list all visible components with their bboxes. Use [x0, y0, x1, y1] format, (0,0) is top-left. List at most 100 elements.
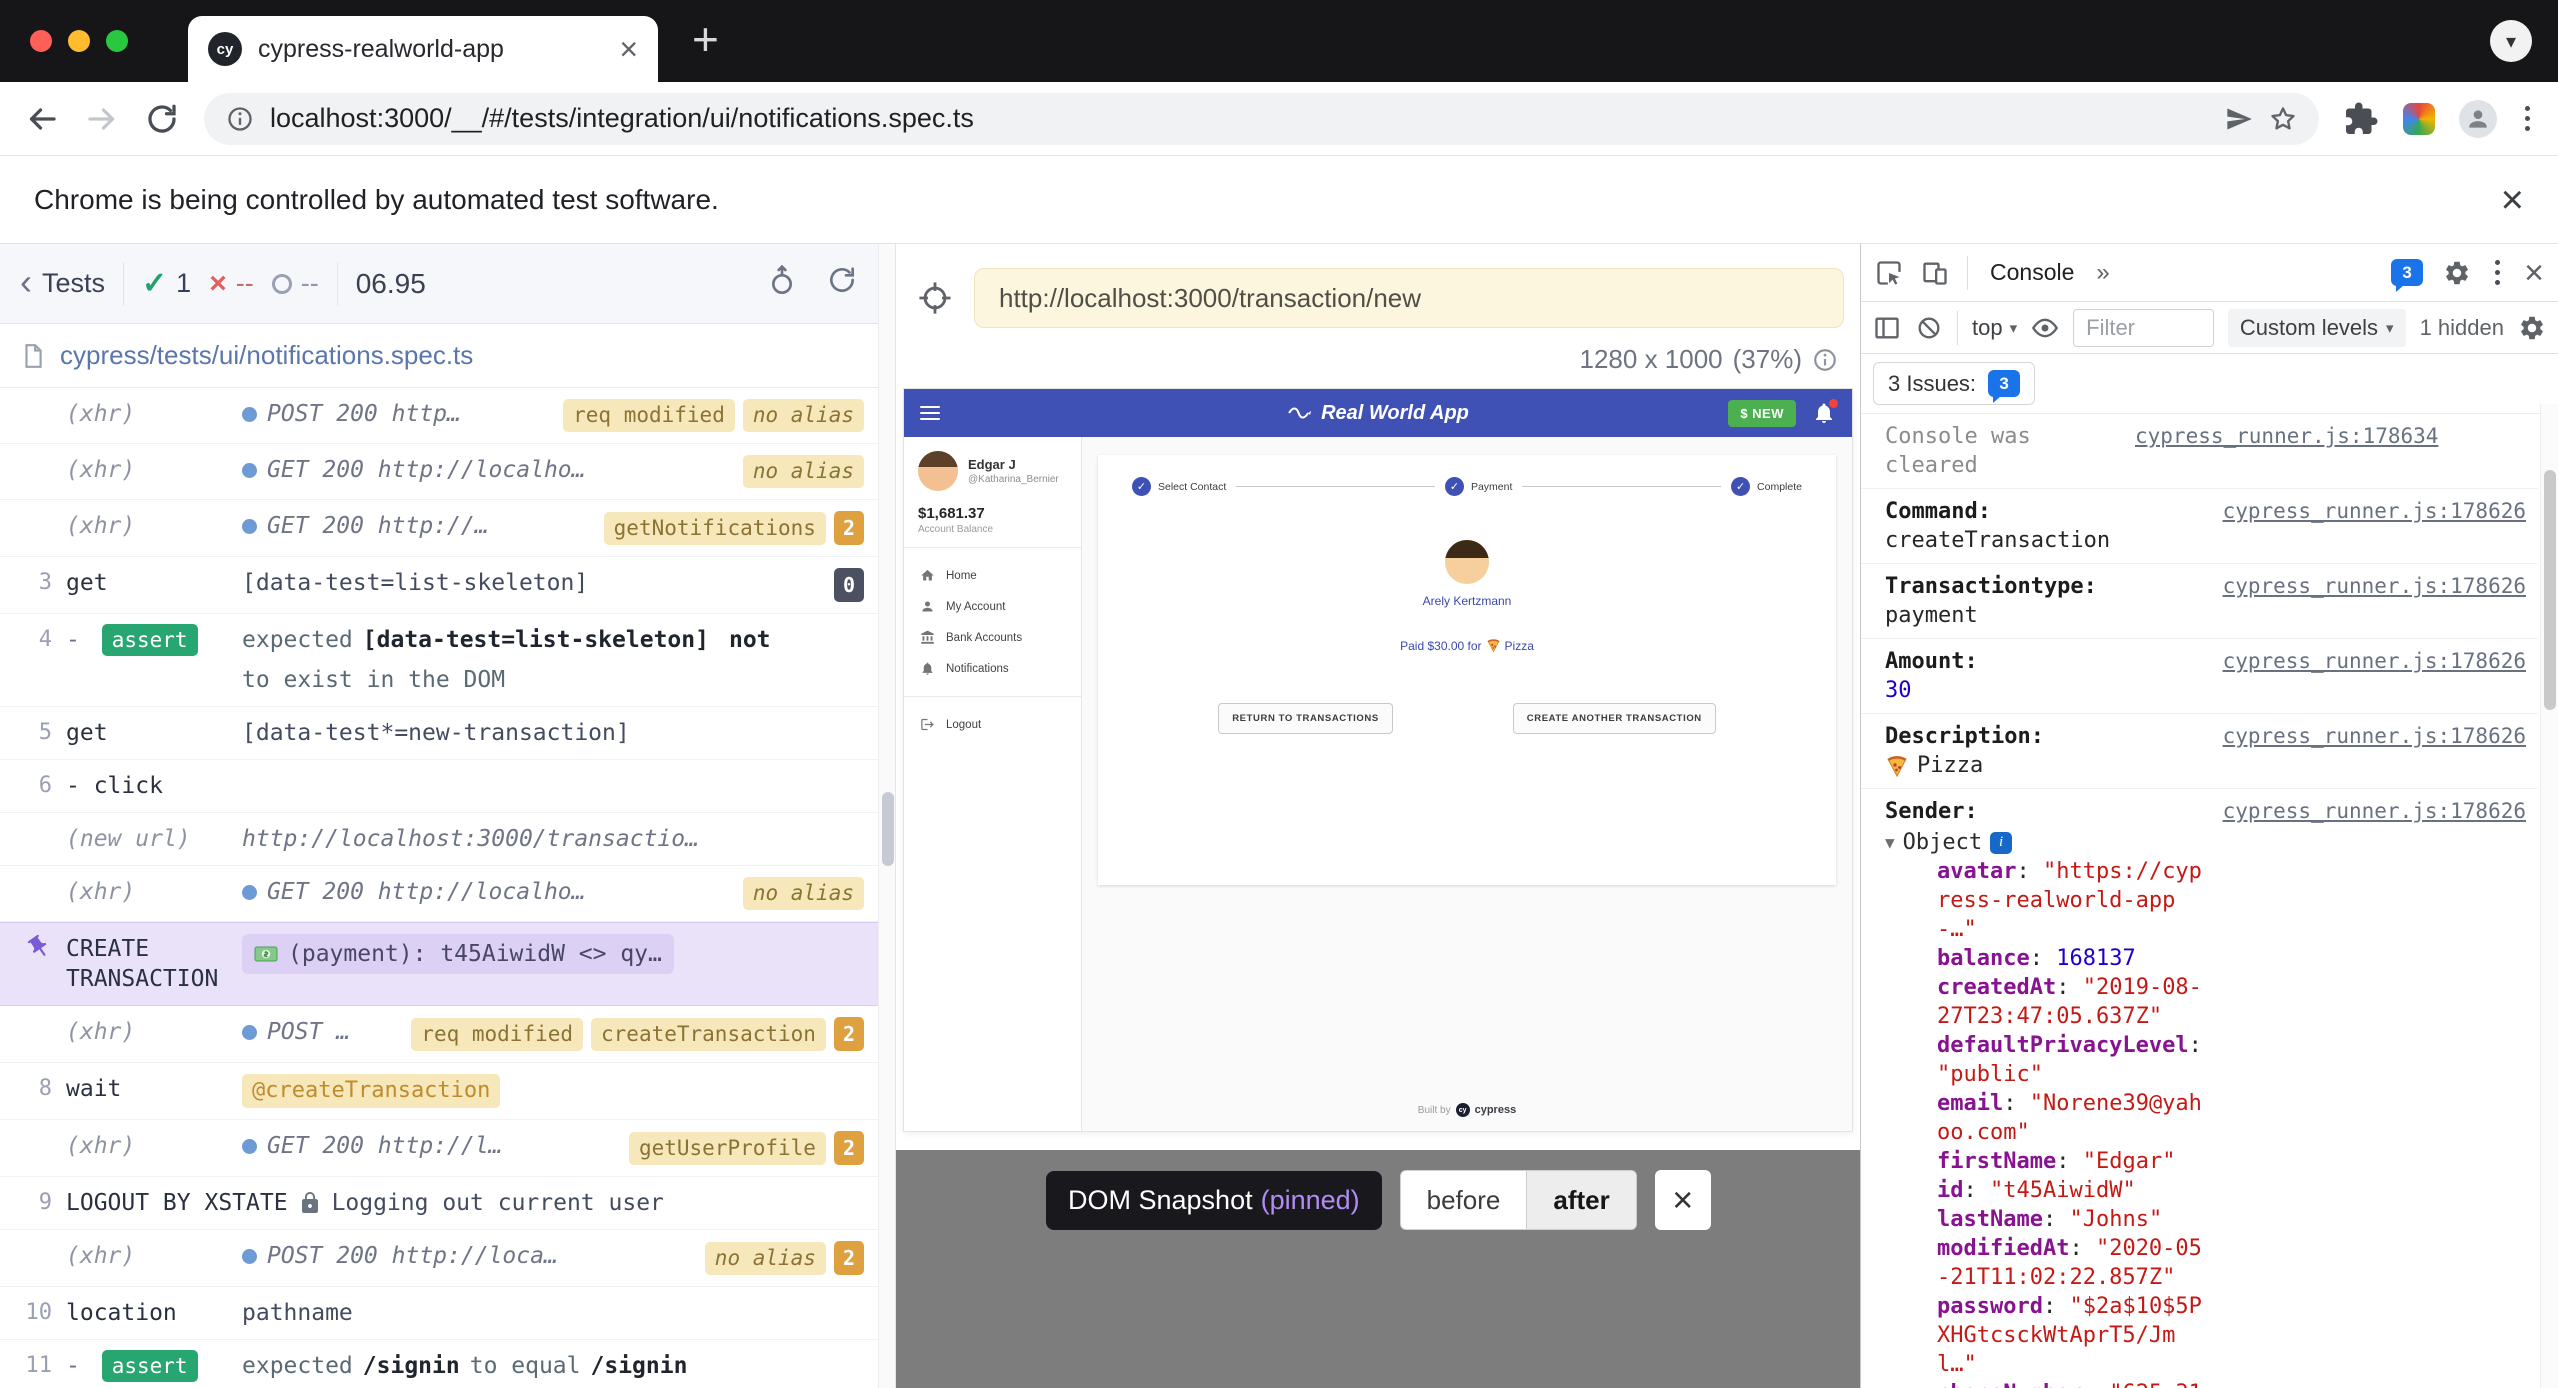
console-settings-icon[interactable]	[2518, 314, 2546, 342]
scrollbar-thumb[interactable]	[882, 792, 894, 866]
source-link[interactable]: cypress_runner.js:178626	[2223, 497, 2526, 526]
console-entry: Console was clearedcypress_runner.js:178…	[1861, 414, 2538, 489]
banner-close-icon[interactable]: ×	[2501, 180, 2524, 220]
device-toolbar-icon[interactable]	[1921, 259, 1949, 287]
send-to-device-icon[interactable]	[2225, 105, 2253, 133]
sidebar-item-my-account[interactable]: My Account	[904, 591, 1081, 622]
browser-tab[interactable]: cy cypress-realworld-app ×	[188, 16, 658, 82]
back-button[interactable]	[24, 101, 60, 137]
aut-url[interactable]: http://localhost:3000/transaction/new	[974, 268, 1844, 328]
command-row[interactable]: 8wait@createTransaction	[0, 1063, 878, 1120]
selector-playground-button[interactable]	[910, 273, 960, 323]
reload-button[interactable]	[144, 101, 180, 137]
command-message: POST 200 http://loca…	[242, 1241, 558, 1271]
hidden-messages-count[interactable]: 1 hidden	[2420, 315, 2504, 341]
devtools-close-icon[interactable]: ×	[2524, 256, 2544, 290]
context-select[interactable]: top▾	[1972, 315, 2017, 341]
command-row[interactable]: (new url)http://localhost:3000/transacti…	[0, 813, 878, 866]
extension-colored-icon[interactable]	[2403, 103, 2435, 135]
devtools-scrollbar[interactable]	[2540, 404, 2558, 1388]
command-row[interactable]: (xhr)POST …req modifiedcreateTransaction…	[0, 1006, 878, 1063]
command-row[interactable]: 5get[data-test*=new-transaction]	[0, 707, 878, 760]
command-row[interactable]: (xhr)POST 200 http://loca…no alias2	[0, 1230, 878, 1287]
command-name: LOGOUT BY XSTATE	[66, 1188, 298, 1218]
command-row[interactable]: (xhr)POST 200 http…req modifiedno alias	[0, 388, 878, 444]
console-sidebar-icon[interactable]	[1873, 314, 1901, 342]
minimize-window-button[interactable]	[68, 30, 90, 52]
forward-button[interactable]	[84, 101, 120, 137]
address-bar[interactable]: localhost:3000/__/#/tests/integration/ui…	[204, 93, 2319, 145]
object-toggle[interactable]: ▼Objecti	[1885, 828, 2213, 857]
snapshot-close-button[interactable]: ×	[1655, 1170, 1711, 1230]
rerun-button[interactable]	[826, 264, 858, 303]
command-row[interactable]: (xhr)GET 200 http://l…getUserProfile2	[0, 1120, 878, 1177]
source-link[interactable]: cypress_runner.js:178626	[2223, 647, 2526, 676]
command-number: 8	[0, 1074, 66, 1104]
devtools-settings-icon[interactable]	[2443, 259, 2471, 287]
rwa-brand[interactable]: Real World App	[1287, 402, 1469, 425]
tab-strip: cy cypress-realworld-app × + ▾	[0, 0, 2558, 82]
command-row[interactable]: (xhr)GET 200 http://localho…no alias	[0, 444, 878, 500]
tab-close-icon[interactable]: ×	[619, 33, 638, 65]
command-badge: req modified	[563, 399, 735, 432]
command-row[interactable]: (xhr)GET 200 http://localho…no alias	[0, 866, 878, 922]
extensions-icon[interactable]	[2343, 101, 2379, 137]
source-link[interactable]: cypress_runner.js:178634	[2135, 422, 2438, 451]
stepper: ✓Select Contact✓Payment✓Complete	[1124, 477, 1810, 496]
source-link[interactable]: cypress_runner.js:178626	[2223, 797, 2526, 826]
command-row[interactable]: 10locationpathname	[0, 1287, 878, 1340]
hamburger-menu-icon[interactable]	[920, 406, 940, 420]
more-tabs-icon[interactable]: »	[2096, 259, 2109, 287]
snapshot-before-button[interactable]: before	[1401, 1171, 1527, 1229]
tab-search-button[interactable]: ▾	[2490, 20, 2532, 62]
rwa-footer: Built by cy cypress	[1082, 1103, 1852, 1117]
zoom-window-button[interactable]	[106, 30, 128, 52]
info-icon[interactable]	[1812, 347, 1838, 373]
sidebar-item-notifications[interactable]: Notifications	[904, 653, 1081, 684]
sidebar-item-logout[interactable]: Logout	[904, 709, 1081, 740]
spec-file-row: cypress/tests/ui/notifications.spec.ts	[0, 324, 878, 388]
new-transaction-button[interactable]: $ NEW	[1728, 400, 1796, 427]
source-link[interactable]: cypress_runner.js:178626	[2223, 722, 2526, 751]
command-row[interactable]: 6- click	[0, 760, 878, 813]
sidebar-item-bank-accounts[interactable]: Bank Accounts	[904, 622, 1081, 653]
inspect-icon[interactable]	[1875, 259, 1903, 287]
issues-chip[interactable]: 3 Issues: 3	[1873, 362, 2035, 405]
profile-avatar[interactable]	[2459, 100, 2497, 138]
new-tab-button[interactable]: +	[692, 12, 719, 66]
create-another-transaction-button[interactable]: CREATE ANOTHER TRANSACTION	[1513, 703, 1716, 734]
back-to-tests[interactable]: ‹ Tests	[20, 268, 105, 300]
console-filter-input[interactable]	[2073, 309, 2214, 347]
auto-scroll-toggle[interactable]	[766, 264, 798, 303]
bookmark-star-icon[interactable]	[2269, 105, 2297, 133]
live-expression-icon[interactable]	[2031, 314, 2059, 342]
receiver-block: Arely Kertzmann	[1124, 540, 1810, 608]
tab-console[interactable]: Console	[1986, 259, 2078, 286]
command-row[interactable]: 4- assertexpected [data-test=list-skelet…	[0, 614, 878, 707]
notifications-bell-icon[interactable]	[1812, 401, 1836, 425]
snapshot-after-button[interactable]: after	[1526, 1171, 1635, 1229]
browser-menu-icon[interactable]	[2521, 102, 2534, 135]
command-row[interactable]: (xhr)GET 200 http://…getNotifications2	[0, 500, 878, 557]
command-row[interactable]: 11- assertexpected /signin to equal /sig…	[0, 1340, 878, 1388]
issues-badge[interactable]: 3	[2391, 259, 2423, 286]
rwa-logo-icon	[1287, 403, 1313, 423]
return-to-transactions-button[interactable]: RETURN TO TRANSACTIONS	[1218, 703, 1393, 734]
sidebar-item-home[interactable]: Home	[904, 560, 1081, 591]
command-row[interactable]: 9LOGOUT BY XSTATELogging out current use…	[0, 1177, 878, 1230]
payment-summary: Paid $30.00 for Pizza	[1124, 638, 1810, 653]
browser-toolbar: localhost:3000/__/#/tests/integration/ui…	[0, 82, 2558, 156]
scrollbar-thumb[interactable]	[2544, 470, 2556, 710]
log-levels-select[interactable]: Custom levels▾	[2228, 309, 2406, 347]
spec-file-link[interactable]: cypress/tests/ui/notifications.spec.ts	[60, 340, 473, 371]
command-row[interactable]: CREATE TRANSACTION(payment): t45AiwidW <…	[0, 922, 878, 1006]
command-row[interactable]: 3get[data-test=list-skeleton]0	[0, 557, 878, 614]
close-window-button[interactable]	[30, 30, 52, 52]
pin-icon[interactable]	[21, 929, 57, 965]
devtools-menu-icon[interactable]	[2491, 256, 2504, 289]
source-link[interactable]: cypress_runner.js:178626	[2223, 572, 2526, 601]
site-info-icon[interactable]	[226, 105, 254, 133]
reporter-scrollbar[interactable]	[878, 244, 896, 1388]
count-badge: 2	[834, 1017, 864, 1051]
clear-console-icon[interactable]	[1915, 314, 1943, 342]
